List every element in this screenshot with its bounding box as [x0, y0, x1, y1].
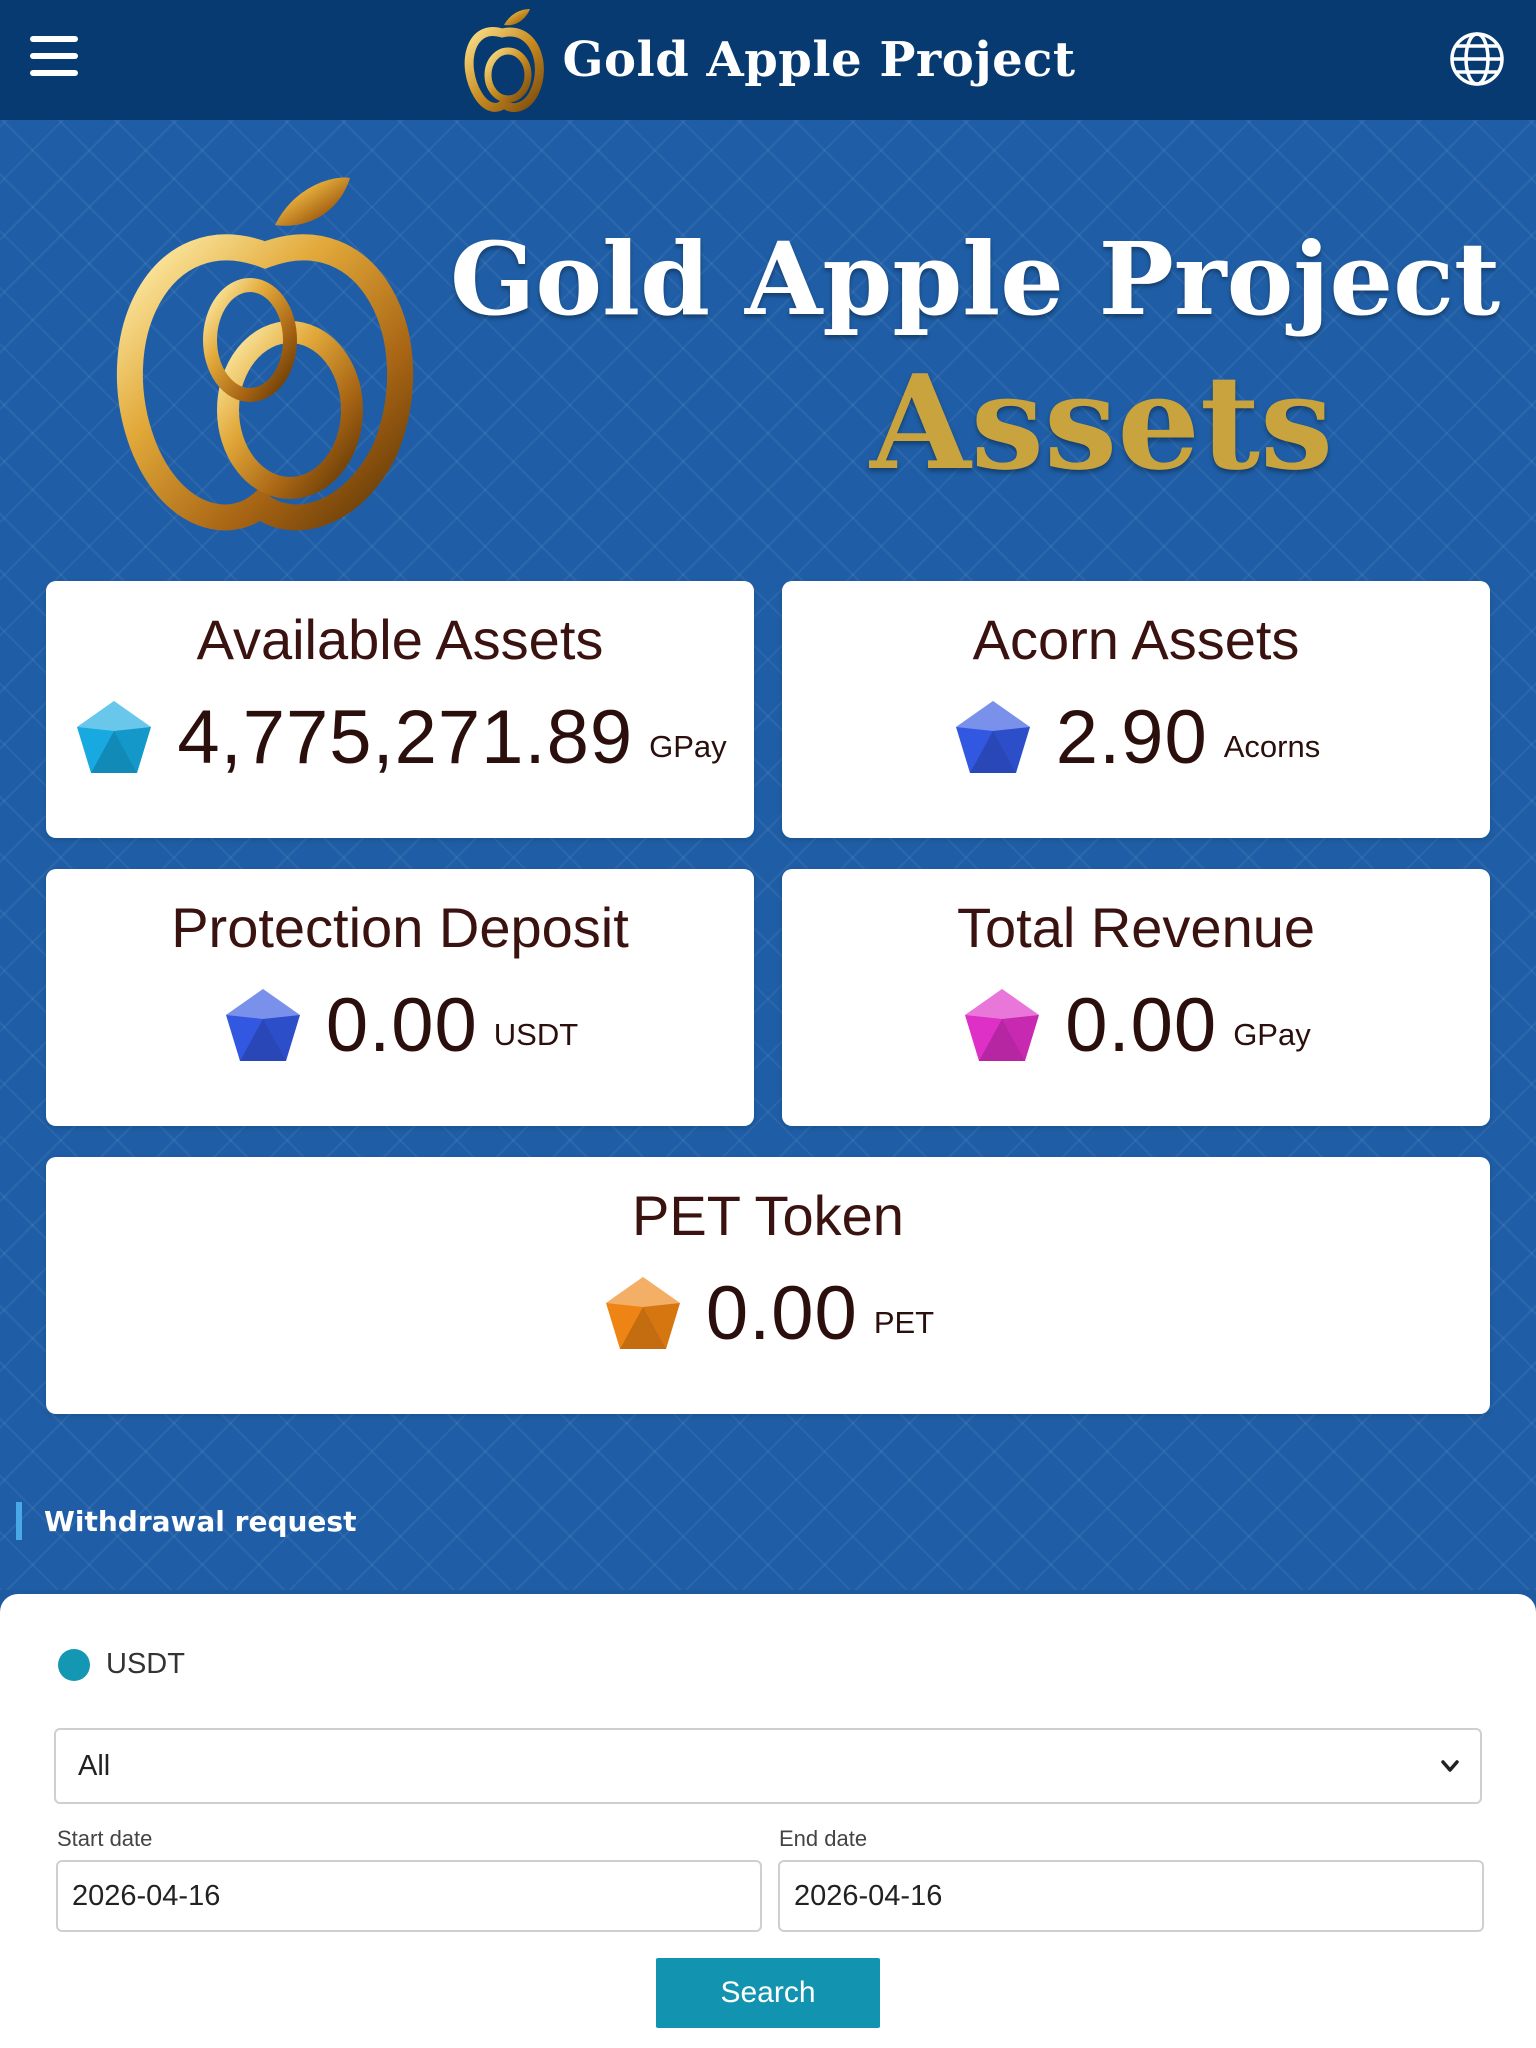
card-unit: GPay: [1233, 1017, 1311, 1052]
end-date-value: 2026-04-16: [794, 1879, 943, 1912]
section-accent-bar: [16, 1502, 22, 1540]
header-title: Gold Apple Project: [562, 32, 1076, 88]
end-date-label: End date: [779, 1826, 868, 1851]
card-unit: GPay: [649, 729, 727, 764]
card-value-row: 0.00 PET: [602, 1270, 934, 1357]
card-amount: 0.00: [325, 983, 478, 1068]
withdrawal-filter-panel: USDT All Start date 2026-04-16 End date …: [0, 1594, 1536, 2048]
start-date-input[interactable]: 2026-04-16: [56, 1860, 762, 1932]
header-brand[interactable]: Gold Apple Project: [460, 5, 1075, 115]
protection-deposit-card: Protection Deposit 0.00 USDT: [46, 869, 754, 1126]
gem-icon: [955, 700, 1030, 773]
radio-selected-dot[interactable]: [58, 1648, 90, 1681]
menu-line-3: [30, 70, 78, 76]
total-revenue-card: Total Revenue 0.00 GPay: [782, 869, 1490, 1126]
card-amount: 4,775,271.89: [177, 695, 634, 780]
card-unit: USDT: [493, 1017, 579, 1052]
card-amount: 2.90: [1055, 695, 1208, 780]
card-unit: Acorns: [1223, 729, 1321, 764]
gold-apple-logo-large-icon: [117, 177, 413, 531]
select-value: All: [78, 1749, 111, 1782]
globe-icon[interactable]: [1448, 30, 1506, 88]
card-amount: 0.00: [1065, 983, 1218, 1068]
search-button[interactable]: Search: [656, 1958, 880, 2028]
available-assets-card: Available Assets 4,775,271.89 GPay: [46, 581, 754, 838]
radio-label: USDT: [106, 1648, 185, 1680]
hamburger-menu-icon[interactable]: [30, 36, 78, 76]
acorn-assets-card: Acorn Assets 2.90 Acorns: [782, 581, 1490, 838]
pet-token-card: PET Token 0.00 PET: [46, 1157, 1490, 1414]
section-title: Withdrawal request: [44, 1504, 357, 1538]
end-date-input[interactable]: 2026-04-16: [778, 1860, 1484, 1932]
card-value-row: 0.00 GPay: [961, 982, 1311, 1069]
hero-title: Gold Apple Project: [450, 220, 1501, 338]
gem-icon: [965, 988, 1040, 1061]
gold-apple-logo-icon: [465, 9, 545, 113]
card-amount: 0.00: [705, 1271, 858, 1356]
card-title: Acorn Assets: [972, 608, 1300, 671]
start-date-label: Start date: [57, 1826, 153, 1851]
top-navigation-bar: Gold Apple Project: [0, 0, 1536, 120]
menu-line-2: [30, 53, 78, 59]
hero-subtitle: Assets: [870, 346, 1334, 499]
gem-icon: [225, 988, 300, 1061]
menu-line-1: [30, 36, 78, 42]
gem-icon: [605, 1276, 680, 1349]
card-value-row: 0.00 USDT: [222, 982, 578, 1069]
start-date-value: 2026-04-16: [72, 1879, 221, 1912]
withdrawal-request-heading: Withdrawal request: [16, 1502, 356, 1540]
card-value-row: 4,775,271.89 GPay: [73, 694, 727, 781]
card-title: Protection Deposit: [171, 896, 629, 959]
card-unit: PET: [873, 1305, 935, 1340]
gem-icon: [77, 700, 152, 773]
chevron-down-icon: [1441, 1760, 1459, 1772]
card-title: Available Assets: [196, 608, 604, 671]
assets-hero-section: Gold Apple Project Assets Available Asse…: [0, 120, 1536, 1590]
type-select[interactable]: All: [54, 1728, 1482, 1804]
currency-radio-usdt[interactable]: USDT: [58, 1648, 185, 1681]
card-title: Total Revenue: [956, 896, 1315, 959]
card-title: PET Token: [632, 1184, 904, 1247]
card-value-row: 2.90 Acorns: [952, 694, 1320, 781]
